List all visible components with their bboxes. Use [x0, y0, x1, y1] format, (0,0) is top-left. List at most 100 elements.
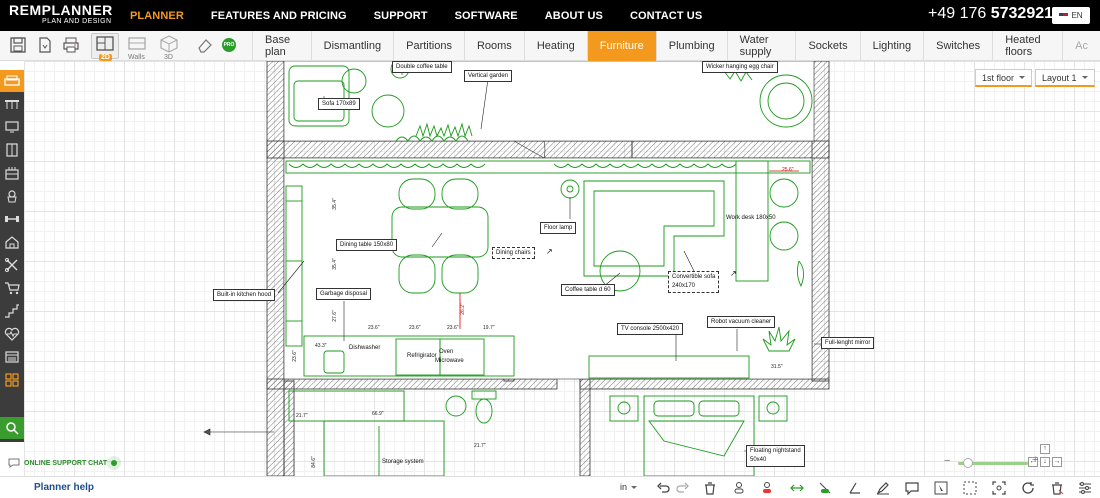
kitchen-category-icon[interactable]: [0, 162, 24, 184]
lock-icon[interactable]: [760, 481, 774, 495]
label-robot-vacuum[interactable]: Robot vacuum cleaner: [707, 316, 776, 328]
floor-select-value: 1st floor: [982, 72, 1015, 83]
unit-select[interactable]: in: [620, 482, 638, 492]
zoom-in-button[interactable]: +: [1032, 454, 1038, 466]
tab-switches[interactable]: Switches: [923, 31, 992, 61]
floor-select[interactable]: 1st floor: [975, 69, 1033, 87]
layout-select[interactable]: Layout 1: [1035, 69, 1095, 87]
label-coffee-table[interactable]: Coffee table d 60: [561, 284, 615, 296]
label-dining-chairs[interactable]: Dining chairs: [492, 247, 535, 259]
health-category-icon[interactable]: [0, 323, 24, 345]
tv-category-icon[interactable]: [0, 116, 24, 138]
clear-trash-icon[interactable]: [1050, 481, 1064, 495]
search-icon[interactable]: [0, 417, 24, 439]
window-category-icon[interactable]: [0, 346, 24, 368]
label-mirror[interactable]: Full-lenght mirror: [821, 337, 875, 349]
external-link-icon[interactable]: ↗: [730, 269, 737, 278]
house-category-icon[interactable]: [0, 231, 24, 253]
tab-ac[interactable]: Ac: [1062, 31, 1100, 61]
label-work-desk[interactable]: Work desk 180x50: [726, 215, 776, 221]
label-kitchen-hood[interactable]: Built-in kitchen hood: [213, 289, 276, 301]
label-garbage-disposal[interactable]: Garbage disposal: [316, 288, 372, 300]
tab-heating[interactable]: Heating: [523, 31, 587, 61]
label-microwave[interactable]: Microwave: [435, 358, 464, 364]
label-storage[interactable]: Storage system: [382, 459, 424, 465]
refresh-icon[interactable]: [1021, 481, 1035, 495]
sofa-category-icon[interactable]: [0, 70, 24, 92]
focus-icon[interactable]: [992, 481, 1006, 495]
label-vertical-garden[interactable]: Vertical garden: [464, 70, 513, 82]
main-toolbar: 2D Walls 3D PRO Base plan Dismantling Pa…: [0, 31, 1100, 61]
phone-number[interactable]: +49 176 57329212: [928, 5, 1062, 23]
label-sofa[interactable]: Sofa 170x89: [318, 98, 360, 110]
angle-icon[interactable]: [848, 481, 862, 495]
mode-walls-label[interactable]: Walls: [126, 54, 147, 61]
nav-features-pricing[interactable]: FEATURES AND PRICING: [211, 10, 347, 22]
hide-icon[interactable]: [732, 481, 746, 495]
print-icon[interactable]: [62, 36, 80, 54]
label-oven[interactable]: Oven: [439, 349, 453, 355]
select-area-icon[interactable]: [963, 481, 977, 495]
pro-badge[interactable]: PRO: [222, 38, 236, 52]
planner-help-link[interactable]: Planner help: [34, 482, 94, 493]
pencil-icon[interactable]: [876, 481, 890, 495]
table-category-icon[interactable]: [0, 93, 24, 115]
save-icon[interactable]: [9, 36, 27, 54]
undo-icon[interactable]: [656, 481, 670, 495]
label-dining-table[interactable]: Dining table 150x80: [336, 239, 398, 251]
tab-heated-floors[interactable]: Heated floors: [992, 31, 1062, 61]
pan-right-button[interactable]: →: [1052, 457, 1062, 467]
tab-lighting[interactable]: Lighting: [859, 31, 924, 61]
label-tv-console[interactable]: TV console 2500x420: [617, 323, 684, 335]
label-convertible-sofa[interactable]: Convertible sofa 240x170: [668, 271, 720, 293]
label-refrigirator[interactable]: Refrigirator: [407, 353, 437, 359]
tool-sidebar: [0, 70, 24, 442]
tab-sockets[interactable]: Sockets: [795, 31, 859, 61]
tab-water-supply[interactable]: Water supply: [726, 31, 796, 61]
wardrobe-category-icon[interactable]: [0, 139, 24, 161]
tools-category-icon[interactable]: [0, 254, 24, 276]
mode-2d-label[interactable]: 2D: [99, 54, 112, 61]
grid-category-icon[interactable]: [0, 369, 24, 391]
us-flag-icon: [1059, 12, 1069, 19]
tab-plumbing[interactable]: Plumbing: [655, 31, 727, 61]
open-file-icon[interactable]: [36, 36, 54, 54]
nav-planner[interactable]: PLANNER: [130, 10, 184, 22]
settings-sliders-icon[interactable]: [1078, 481, 1092, 495]
comment-icon[interactable]: [905, 481, 919, 495]
trash-icon[interactable]: [703, 481, 717, 495]
plumbing-category-icon[interactable]: [0, 185, 24, 207]
cart-category-icon[interactable]: [0, 277, 24, 299]
online-support-chat[interactable]: ONLINE SUPPORT CHAT: [0, 453, 130, 473]
mode-3d-label[interactable]: 3D: [162, 54, 175, 61]
tab-furniture[interactable]: Furniture: [586, 31, 656, 61]
plan-canvas[interactable]: Sofa 170x89 Double coffee table Vertical…: [24, 61, 1100, 476]
zoom-out-button[interactable]: −: [944, 455, 950, 467]
pan-down-button[interactable]: ↓: [1040, 457, 1050, 467]
nav-software[interactable]: SOFTWARE: [455, 10, 518, 22]
sport-category-icon[interactable]: [0, 208, 24, 230]
cursor-icon[interactable]: [934, 481, 948, 495]
label-egg-chair[interactable]: Wicker hanging egg chair: [702, 61, 778, 73]
external-link-icon[interactable]: ↗: [546, 247, 553, 256]
nav-about-us[interactable]: ABOUT US: [545, 10, 603, 22]
redo-icon[interactable]: [676, 481, 690, 495]
label-floor-lamp[interactable]: Floor lamp: [540, 222, 577, 234]
zoom-slider-handle[interactable]: [963, 458, 973, 468]
tab-partitions[interactable]: Partitions: [393, 31, 464, 61]
nav-contact-us[interactable]: CONTACT US: [630, 10, 702, 22]
stairs-category-icon[interactable]: [0, 300, 24, 322]
label-double-coffee-table[interactable]: Double coffee table: [392, 61, 452, 73]
pan-up-button[interactable]: ↑: [1040, 444, 1050, 454]
tab-base-plan[interactable]: Base plan: [252, 31, 311, 61]
tab-dismantling[interactable]: Dismantling: [310, 31, 393, 61]
label-dishwasher[interactable]: Dishwasher: [349, 345, 380, 351]
nav-support[interactable]: SUPPORT: [374, 10, 428, 22]
flip-icon[interactable]: [790, 481, 804, 495]
language-selector[interactable]: EN: [1052, 7, 1090, 24]
tab-rooms[interactable]: Rooms: [463, 31, 524, 61]
eraser-icon[interactable]: [196, 36, 214, 54]
visibility-icon[interactable]: [818, 481, 832, 495]
label-nightstand[interactable]: Floating nightstand 50x40: [746, 445, 805, 467]
brand-logo[interactable]: REMPLANNER PLAN AND DESIGN: [9, 3, 119, 28]
